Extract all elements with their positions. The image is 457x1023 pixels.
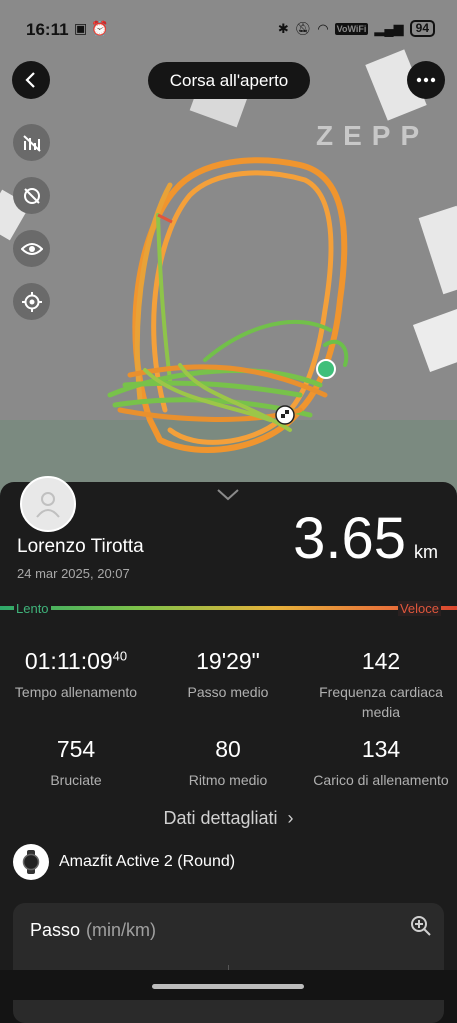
- view-toggle-button[interactable]: [13, 230, 50, 267]
- pace-gradient-bar: [0, 606, 457, 610]
- stat-avg-heart-rate: 142 Frequenza cardiaca media: [305, 648, 457, 722]
- stat-value: 134: [361, 736, 401, 762]
- status-left-icons: ▣ ⏰: [74, 20, 109, 37]
- page-title: Corsa all'aperto: [148, 62, 310, 99]
- collapse-sheet-button[interactable]: [216, 488, 240, 507]
- wifi-icon: ◠: [317, 20, 329, 36]
- signal-icon: ▂▄▆: [374, 20, 404, 36]
- device-row[interactable]: Amazfit Active 2 (Round): [13, 844, 235, 880]
- chevron-right-icon: ›: [282, 808, 294, 828]
- toggle-markers-button[interactable]: [13, 124, 50, 161]
- pace-fast-label: Veloce: [397, 601, 441, 616]
- status-time: 16:11: [26, 20, 69, 39]
- zoom-in-icon: [411, 916, 431, 936]
- vowifi-badge: VoWiFi: [334, 22, 369, 35]
- home-gesture-bar[interactable]: [152, 984, 304, 989]
- stat-calories: 754 Bruciate: [0, 736, 152, 790]
- pace-slow-label: Lento: [14, 601, 51, 616]
- workout-datetime: 24 mar 2025, 20:07: [17, 566, 130, 581]
- user-icon: [36, 492, 60, 518]
- stat-value: 80: [215, 736, 241, 762]
- pace-card: Passo (min/km): [13, 903, 444, 1023]
- start-marker: [316, 359, 336, 379]
- back-arrow-icon: [25, 72, 35, 88]
- stat-training-time: 01:11:0940 Tempo allenamento: [0, 648, 152, 702]
- stat-avg-cadence: 80 Ritmo medio: [152, 736, 304, 790]
- bluetooth-icon: ✱: [277, 20, 289, 36]
- stat-label: Bruciate: [50, 772, 102, 788]
- stat-value: 754: [56, 736, 96, 762]
- crosshair-icon: [21, 291, 42, 312]
- distance-unit: km: [414, 542, 438, 562]
- locate-button[interactable]: [13, 283, 50, 320]
- more-options-button[interactable]: [407, 61, 445, 99]
- globe-off-icon: [23, 187, 40, 204]
- stat-training-load: 134 Carico di allenamento: [305, 736, 457, 790]
- detailed-data-link[interactable]: Dati dettagliati ›: [0, 808, 457, 829]
- chevron-down-icon: [217, 489, 239, 501]
- status-right-icons: ✱ 🔕︎ ◠ VoWiFi ▂▄▆ 94: [278, 20, 435, 37]
- route-path: [107, 157, 349, 453]
- eye-icon: [20, 242, 43, 255]
- pace-card-unit: (min/km): [86, 920, 157, 940]
- user-name: Lorenzo Tirotta: [17, 536, 144, 557]
- chart-off-icon: [22, 134, 41, 152]
- alarm-icon: ⏰: [91, 20, 109, 36]
- distance-display: 3.65 km: [293, 505, 438, 572]
- detailed-data-label: Dati dettagliati: [163, 808, 278, 828]
- stat-label: Ritmo medio: [188, 772, 268, 788]
- zepp-watermark: ZEPP: [316, 120, 430, 151]
- stat-value: 19'29": [196, 648, 260, 674]
- mute-icon: 🔕︎: [294, 20, 312, 36]
- status-bar: 16:11 ▣ ⏰ ✱ 🔕︎ ◠ VoWiFi ▂▄▆ 94: [0, 0, 457, 60]
- stat-value: 01:11:0940: [24, 648, 128, 674]
- distance-value: 3.65: [293, 506, 406, 571]
- more-dots-icon: [416, 77, 436, 83]
- stat-label: Passo medio: [187, 684, 269, 700]
- nfc-icon: ▣: [74, 20, 88, 36]
- stat-label: Tempo allenamento: [14, 684, 138, 700]
- battery-indicator: 94: [409, 20, 435, 37]
- stat-avg-pace: 19'29" Passo medio: [152, 648, 304, 702]
- zoom-in-button[interactable]: [410, 915, 432, 942]
- toggle-map-layer-button[interactable]: [13, 177, 50, 214]
- avatar[interactable]: [20, 476, 76, 532]
- back-button[interactable]: [12, 61, 50, 99]
- pace-card-title: Passo (min/km): [30, 920, 157, 940]
- device-name: Amazfit Active 2 (Round): [59, 853, 236, 870]
- watch-icon: [13, 844, 49, 880]
- stat-value: 142: [361, 648, 401, 674]
- stat-label: Carico di allenamento: [313, 772, 449, 788]
- stat-label: Frequenza cardiaca media: [319, 684, 443, 720]
